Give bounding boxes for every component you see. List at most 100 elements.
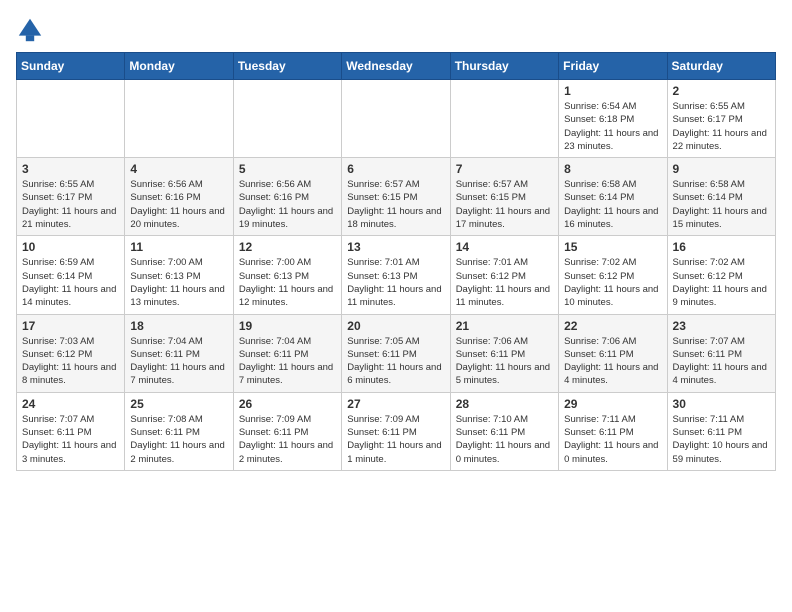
day-info: Sunrise: 6:57 AM Sunset: 6:15 PM Dayligh… [456,178,553,231]
day-number: 14 [456,240,553,254]
day-number: 3 [22,162,119,176]
calendar-week-1: 1 Sunrise: 6:54 AM Sunset: 6:18 PM Daylig… [17,80,776,158]
calendar-header-saturday: Saturday [667,53,775,80]
calendar-cell: 24 Sunrise: 7:07 AM Sunset: 6:11 PM Dayli… [17,392,125,470]
day-number: 2 [673,84,770,98]
calendar-cell: 3 Sunrise: 6:55 AM Sunset: 6:17 PM Daylig… [17,158,125,236]
logo-icon [16,16,44,44]
calendar-cell [125,80,233,158]
day-info: Sunrise: 6:57 AM Sunset: 6:15 PM Dayligh… [347,178,444,231]
day-number: 30 [673,397,770,411]
day-info: Sunrise: 7:10 AM Sunset: 6:11 PM Dayligh… [456,413,553,466]
page-header [16,16,776,44]
day-number: 10 [22,240,119,254]
day-info: Sunrise: 7:02 AM Sunset: 6:12 PM Dayligh… [564,256,661,309]
day-number: 9 [673,162,770,176]
day-info: Sunrise: 7:00 AM Sunset: 6:13 PM Dayligh… [130,256,227,309]
day-info: Sunrise: 6:56 AM Sunset: 6:16 PM Dayligh… [239,178,336,231]
calendar-cell: 17 Sunrise: 7:03 AM Sunset: 6:12 PM Dayli… [17,314,125,392]
calendar-week-5: 24 Sunrise: 7:07 AM Sunset: 6:11 PM Dayli… [17,392,776,470]
calendar-week-2: 3 Sunrise: 6:55 AM Sunset: 6:17 PM Daylig… [17,158,776,236]
calendar-cell: 28 Sunrise: 7:10 AM Sunset: 6:11 PM Dayli… [450,392,558,470]
calendar-week-3: 10Sunrise: 6:59 AM Sunset: 6:14 PM Dayli… [17,236,776,314]
day-info: Sunrise: 6:54 AM Sunset: 6:18 PM Dayligh… [564,100,661,153]
calendar-cell: 13Sunrise: 7:01 AM Sunset: 6:13 PM Dayli… [342,236,450,314]
day-number: 19 [239,319,336,333]
day-info: Sunrise: 6:55 AM Sunset: 6:17 PM Dayligh… [22,178,119,231]
calendar-cell: 14 Sunrise: 7:01 AM Sunset: 6:12 PM Dayli… [450,236,558,314]
calendar-cell: 30 Sunrise: 7:11 AM Sunset: 6:11 PM Dayli… [667,392,775,470]
day-number: 12 [239,240,336,254]
day-info: Sunrise: 6:58 AM Sunset: 6:14 PM Dayligh… [673,178,770,231]
calendar-cell: 8 Sunrise: 6:58 AM Sunset: 6:14 PM Daylig… [559,158,667,236]
day-info: Sunrise: 7:04 AM Sunset: 6:11 PM Dayligh… [130,335,227,388]
day-info: Sunrise: 7:05 AM Sunset: 6:11 PM Dayligh… [347,335,444,388]
calendar-header-friday: Friday [559,53,667,80]
day-info: Sunrise: 7:11 AM Sunset: 6:11 PM Dayligh… [564,413,661,466]
day-info: Sunrise: 7:09 AM Sunset: 6:11 PM Dayligh… [239,413,336,466]
calendar-cell: 16 Sunrise: 7:02 AM Sunset: 6:12 PM Dayli… [667,236,775,314]
calendar-cell: 6Sunrise: 6:57 AM Sunset: 6:15 PM Daylig… [342,158,450,236]
calendar-cell: 2Sunrise: 6:55 AM Sunset: 6:17 PM Daylig… [667,80,775,158]
calendar-header-row: SundayMondayTuesdayWednesdayThursdayFrid… [17,53,776,80]
day-info: Sunrise: 7:09 AM Sunset: 6:11 PM Dayligh… [347,413,444,466]
day-info: Sunrise: 7:11 AM Sunset: 6:11 PM Dayligh… [673,413,770,466]
calendar-cell: 26 Sunrise: 7:09 AM Sunset: 6:11 PM Dayli… [233,392,341,470]
calendar-cell: 4 Sunrise: 6:56 AM Sunset: 6:16 PM Daylig… [125,158,233,236]
day-info: Sunrise: 7:00 AM Sunset: 6:13 PM Dayligh… [239,256,336,309]
day-number: 5 [239,162,336,176]
day-number: 24 [22,397,119,411]
calendar-cell: 22 Sunrise: 7:06 AM Sunset: 6:11 PM Dayli… [559,314,667,392]
calendar-cell [342,80,450,158]
calendar-week-4: 17 Sunrise: 7:03 AM Sunset: 6:12 PM Dayli… [17,314,776,392]
calendar-cell [450,80,558,158]
calendar-cell: 9 Sunrise: 6:58 AM Sunset: 6:14 PM Daylig… [667,158,775,236]
calendar-table: SundayMondayTuesdayWednesdayThursdayFrid… [16,52,776,471]
calendar-cell: 21 Sunrise: 7:06 AM Sunset: 6:11 PM Dayli… [450,314,558,392]
calendar-cell: 5 Sunrise: 6:56 AM Sunset: 6:16 PM Daylig… [233,158,341,236]
calendar-cell: 18 Sunrise: 7:04 AM Sunset: 6:11 PM Dayli… [125,314,233,392]
day-number: 29 [564,397,661,411]
day-info: Sunrise: 6:56 AM Sunset: 6:16 PM Dayligh… [130,178,227,231]
day-number: 15 [564,240,661,254]
calendar-cell: 20 Sunrise: 7:05 AM Sunset: 6:11 PM Dayli… [342,314,450,392]
day-number: 26 [239,397,336,411]
calendar-header-thursday: Thursday [450,53,558,80]
day-number: 23 [673,319,770,333]
day-number: 25 [130,397,227,411]
calendar-cell: 25Sunrise: 7:08 AM Sunset: 6:11 PM Dayli… [125,392,233,470]
day-number: 1 [564,84,661,98]
calendar-cell: 27Sunrise: 7:09 AM Sunset: 6:11 PM Dayli… [342,392,450,470]
logo [16,16,48,44]
day-number: 4 [130,162,227,176]
calendar-cell: 7 Sunrise: 6:57 AM Sunset: 6:15 PM Daylig… [450,158,558,236]
calendar-cell: 23 Sunrise: 7:07 AM Sunset: 6:11 PM Dayli… [667,314,775,392]
day-info: Sunrise: 7:02 AM Sunset: 6:12 PM Dayligh… [673,256,770,309]
day-number: 8 [564,162,661,176]
calendar-header-monday: Monday [125,53,233,80]
day-number: 17 [22,319,119,333]
day-number: 18 [130,319,227,333]
day-info: Sunrise: 7:06 AM Sunset: 6:11 PM Dayligh… [564,335,661,388]
day-number: 20 [347,319,444,333]
day-number: 22 [564,319,661,333]
calendar-cell: 11Sunrise: 7:00 AM Sunset: 6:13 PM Dayli… [125,236,233,314]
calendar-cell: 10Sunrise: 6:59 AM Sunset: 6:14 PM Dayli… [17,236,125,314]
day-info: Sunrise: 7:07 AM Sunset: 6:11 PM Dayligh… [673,335,770,388]
calendar-cell: 19 Sunrise: 7:04 AM Sunset: 6:11 PM Dayli… [233,314,341,392]
day-number: 28 [456,397,553,411]
day-info: Sunrise: 7:06 AM Sunset: 6:11 PM Dayligh… [456,335,553,388]
day-number: 16 [673,240,770,254]
day-info: Sunrise: 7:03 AM Sunset: 6:12 PM Dayligh… [22,335,119,388]
calendar-cell: 1 Sunrise: 6:54 AM Sunset: 6:18 PM Daylig… [559,80,667,158]
calendar-cell: 15 Sunrise: 7:02 AM Sunset: 6:12 PM Dayli… [559,236,667,314]
day-info: Sunrise: 7:07 AM Sunset: 6:11 PM Dayligh… [22,413,119,466]
day-number: 7 [456,162,553,176]
day-info: Sunrise: 6:58 AM Sunset: 6:14 PM Dayligh… [564,178,661,231]
day-info: Sunrise: 7:04 AM Sunset: 6:11 PM Dayligh… [239,335,336,388]
day-info: Sunrise: 7:01 AM Sunset: 6:12 PM Dayligh… [456,256,553,309]
day-number: 21 [456,319,553,333]
calendar-cell [233,80,341,158]
calendar-cell: 12 Sunrise: 7:00 AM Sunset: 6:13 PM Dayli… [233,236,341,314]
calendar-header-wednesday: Wednesday [342,53,450,80]
